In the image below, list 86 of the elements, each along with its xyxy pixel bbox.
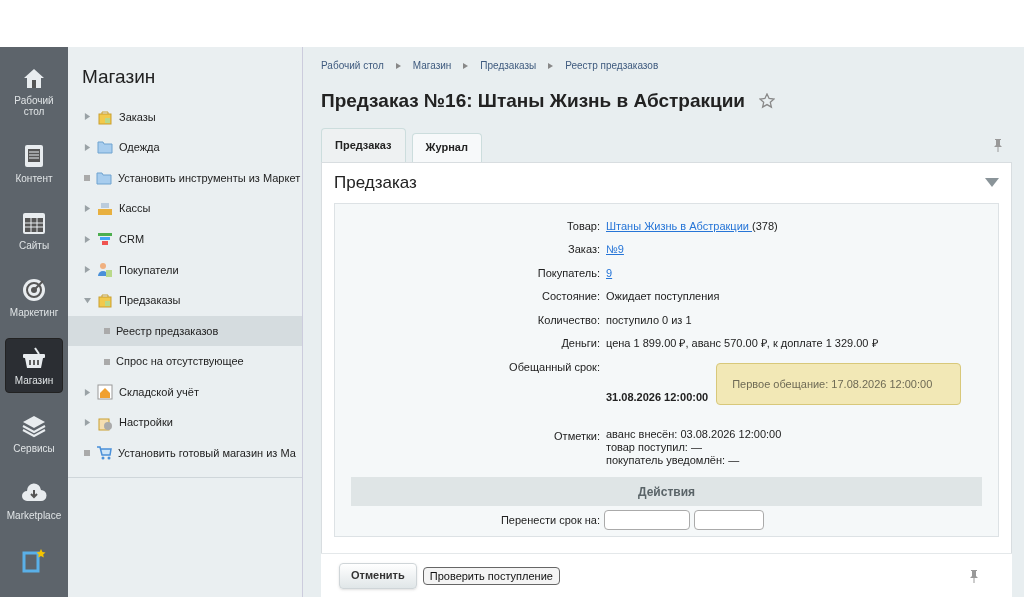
breadcrumb-separator-icon [395, 62, 401, 69]
menu-item[interactable]: Предзаказы [68, 285, 302, 316]
caret-right-icon[interactable] [84, 143, 91, 151]
field-link[interactable]: Штаны Жизнь в Абстракции [606, 217, 752, 234]
menu-item[interactable]: Складской учёт [68, 376, 302, 408]
field-value: цена 1 899.00 ₽, аванс 570.00 ₽, к доплате 1 329.00 ₽ [606, 336, 879, 351]
basket-icon [21, 345, 47, 371]
bullet-icon [104, 358, 110, 365]
mark-line: аванс внесён: 03.08.2026 12:00:00 [606, 428, 783, 441]
bullet-icon [84, 450, 90, 457]
action-button[interactable]: Отменить [339, 562, 417, 589]
bullet-icon [104, 327, 110, 334]
field-link[interactable]: №9 [606, 241, 624, 258]
menu-title: Магазин [81, 65, 157, 89]
menu-item[interactable]: Установить готовый магазин из Ма [68, 438, 302, 469]
section-title: Предзаказ [334, 171, 417, 194]
menu-item[interactable]: Покупатели [68, 254, 302, 286]
field-label: Покупатель: [536, 265, 600, 281]
actions-header: Действия [351, 477, 982, 506]
field-label: Деньги: [560, 336, 600, 351]
mark-line: покупатель уведомлён: — [606, 454, 741, 467]
breadcrumb-link[interactable]: Рабочий стол [321, 58, 384, 73]
calendar-icon [21, 210, 47, 236]
menu-item[interactable]: Реестр предзаказов [68, 315, 302, 347]
layers-icon [21, 413, 47, 439]
caret-right-icon[interactable] [84, 266, 91, 274]
cart-icon [96, 445, 112, 462]
page-title: Предзаказ №16: Штаны Жизнь в Абстракции [321, 89, 746, 113]
nav-item[interactable]: Маркетинг [5, 271, 63, 324]
deadline-value: 31.08.2026 12:00:00 [606, 389, 709, 405]
mark-line: товар поступил: — [606, 441, 703, 454]
tab[interactable]: Предзаказ [321, 127, 406, 162]
menu-item[interactable]: Заказы [68, 101, 302, 133]
caret-right-icon[interactable] [84, 113, 91, 121]
breadcrumb-link[interactable]: Предзаказы [480, 58, 537, 73]
breadcrumb-link[interactable]: Реестр предзаказов [565, 58, 659, 73]
field-label: Состояние: [541, 289, 600, 304]
house-icon [97, 384, 113, 401]
breadcrumb-link[interactable]: Магазин [412, 58, 452, 73]
field-label: Товар: [566, 218, 600, 234]
tab[interactable]: Журнал [411, 132, 482, 162]
people-icon [97, 261, 113, 278]
star-icon[interactable] [759, 93, 776, 110]
field-label: Обещанный срок: [508, 359, 600, 375]
shopping-bag-icon [97, 108, 113, 125]
collapse-icon[interactable] [985, 178, 999, 187]
field-value: поступило 0 из 1 [606, 312, 693, 328]
nav-item[interactable]: Сайты [5, 204, 63, 257]
caret-right-icon[interactable] [84, 205, 91, 213]
pin-icon[interactable] [992, 137, 1004, 152]
field-link[interactable]: 9 [606, 264, 613, 281]
caret-down-icon[interactable] [84, 296, 91, 304]
menu-item[interactable]: Спрос на отсутствующее [68, 346, 302, 377]
menu-item[interactable]: Кассы [68, 193, 302, 224]
cash-register-icon [97, 200, 113, 217]
menu-item[interactable]: Настройки [68, 407, 302, 439]
field-label: Количество: [536, 312, 600, 328]
field-label: Отметки: [553, 429, 600, 444]
breadcrumb-separator-icon [463, 62, 469, 69]
folder-icon [97, 139, 113, 156]
caret-right-icon[interactable] [84, 419, 91, 427]
caret-right-icon[interactable] [84, 235, 91, 243]
date-field[interactable] [604, 510, 690, 530]
field-label: Заказ: [567, 242, 600, 257]
nav-item[interactable]: Контент [5, 137, 63, 190]
nav-item[interactable]: Сервисы [5, 407, 63, 460]
caret-right-icon[interactable] [84, 388, 91, 396]
funnel-icon [97, 231, 113, 248]
field-value: Ожидает поступления [606, 289, 721, 304]
folder-icon [96, 170, 112, 186]
breadcrumb-separator-icon [548, 62, 554, 69]
time-field[interactable] [694, 510, 764, 530]
nav-item[interactable]: Marketplace [5, 474, 63, 527]
field-value: (378) [752, 218, 778, 234]
field-label: Перенести срок на: [499, 512, 600, 528]
action-button[interactable]: Проверить поступление [422, 566, 560, 585]
first-promise-note: Первое обещание: 17.08.2026 12:00:00 [716, 362, 962, 405]
nav-item[interactable]: Рабочий стол [5, 59, 63, 123]
target-icon [21, 277, 47, 303]
shopping-bag-icon [97, 292, 113, 309]
nav-item[interactable]: Магазин [5, 338, 63, 393]
bullet-icon [84, 175, 90, 181]
menu-item[interactable]: Одежда [68, 132, 302, 163]
pin-icon[interactable] [968, 568, 980, 583]
menu-item[interactable]: CRM [68, 223, 302, 255]
menu-item[interactable]: Установить инструменты из Маркет [68, 162, 302, 194]
